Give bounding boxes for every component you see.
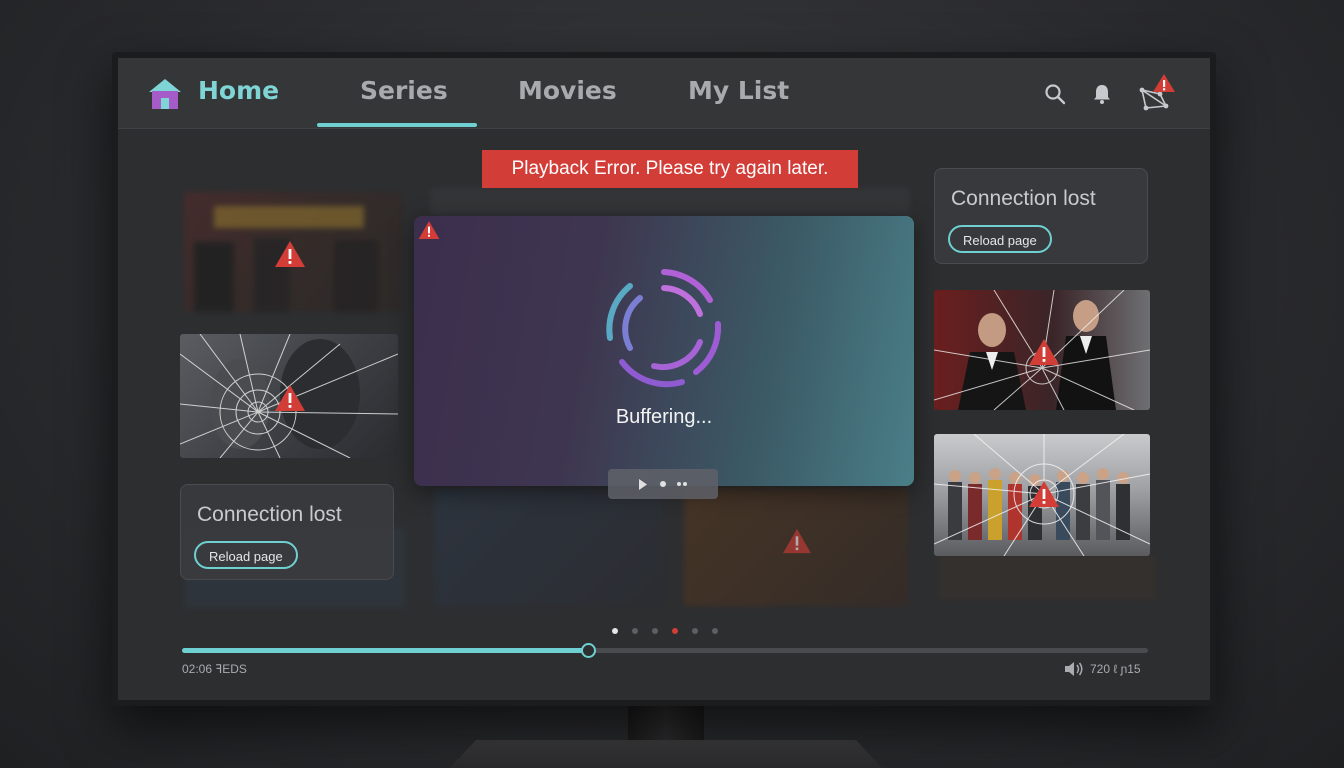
active-tab-indicator [317, 123, 477, 127]
playback-progress-bar[interactable] [182, 643, 1148, 658]
play-icon[interactable] [638, 479, 648, 490]
connection-lost-title: Connection lost [951, 187, 1096, 210]
warning-icon [1029, 339, 1059, 365]
more-options-icon[interactable] [677, 482, 681, 486]
tab-my-list[interactable]: My List [688, 76, 789, 105]
network-error-icon[interactable] [1136, 72, 1176, 114]
carousel-dot[interactable] [672, 628, 678, 634]
bell-icon[interactable] [1091, 83, 1113, 105]
carousel-dot[interactable] [612, 628, 618, 634]
nav-home[interactable]: Home [198, 76, 279, 105]
poster-tile-blurred[interactable] [938, 554, 1156, 600]
carousel-dot[interactable] [712, 628, 718, 634]
volume-icon[interactable] [1064, 661, 1084, 677]
connection-lost-card: Connection lost Reload page [934, 168, 1148, 264]
poster-row-top-blurred [430, 188, 910, 216]
search-icon[interactable] [1044, 83, 1066, 105]
carousel-dot[interactable] [652, 628, 658, 634]
warning-icon [275, 241, 305, 267]
warning-icon [1029, 481, 1059, 507]
tv-stand-base [450, 740, 882, 768]
more-options-icon[interactable] [683, 482, 687, 486]
buffering-status: Buffering... [615, 406, 713, 428]
buffering-spinner-icon [606, 269, 722, 388]
warning-icon [275, 385, 305, 411]
reload-page-button[interactable]: Reload page [948, 225, 1052, 253]
tab-series[interactable]: Series [360, 76, 448, 105]
progress-scrubber[interactable] [580, 643, 596, 658]
warning-icon [418, 221, 440, 239]
control-dot[interactable] [660, 481, 666, 487]
elapsed-time: 02:06 ꟻEDS [182, 662, 247, 676]
poster-tile-blurred[interactable] [434, 488, 664, 606]
connection-lost-title: Connection lost [197, 503, 342, 526]
tv-frame: Home Series Movies My List Connection lo… [112, 52, 1216, 706]
carousel-dot[interactable] [632, 628, 638, 634]
reload-page-button[interactable]: Reload page [194, 541, 298, 569]
top-nav: Home Series Movies My List [118, 58, 1210, 129]
video-player[interactable]: Buffering... [414, 216, 914, 486]
tv-screen: Home Series Movies My List Connection lo… [118, 58, 1210, 700]
remaining-time: 720 ℓ ɲ15 [1090, 662, 1141, 676]
playback-error-banner: Playback Error. Please try again later. [482, 150, 858, 188]
tab-movies[interactable]: Movies [518, 76, 617, 105]
home-icon[interactable] [148, 78, 182, 110]
connection-lost-card: Connection lost Reload page [180, 484, 394, 580]
progress-fill [182, 648, 588, 653]
player-mini-controls [608, 469, 718, 499]
warning-icon [783, 528, 811, 554]
carousel-dot[interactable] [692, 628, 698, 634]
